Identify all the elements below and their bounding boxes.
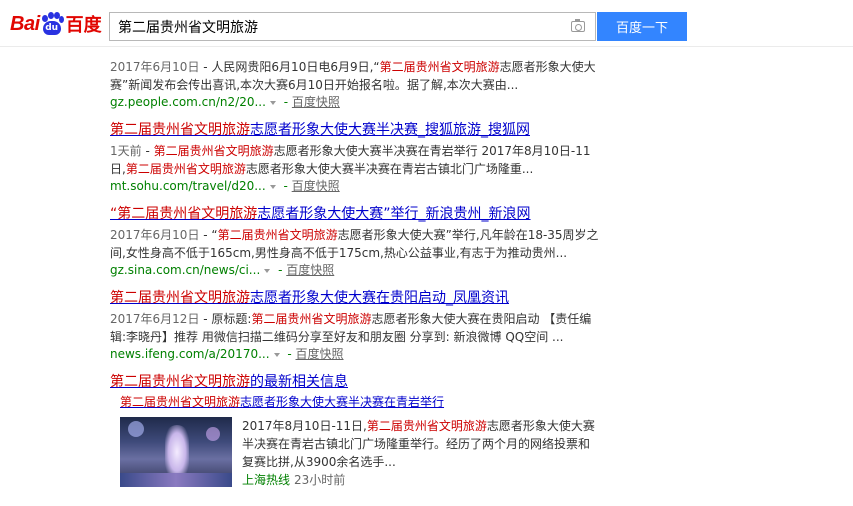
search-button[interactable]: 百度一下 — [597, 12, 687, 41]
result-url[interactable]: gz.people.com.cn/n2/20... — [110, 95, 266, 109]
news-time: 23小时前 — [294, 473, 346, 487]
dropdown-arrow-icon[interactable] — [273, 352, 280, 357]
news-card: 2017年8月10日-11日,第二届贵州省文明旅游志愿者形象大使大赛半决赛在青岩… — [120, 417, 600, 489]
cache-link[interactable]: 百度快照 — [292, 179, 340, 193]
search-box[interactable] — [109, 12, 596, 41]
result-url-line: gz.people.com.cn/n2/20... - 百度快照 — [110, 95, 340, 109]
result-title-link[interactable]: 第二届贵州省文明旅游志愿者形象大使大赛在贵阳启动_凤凰资讯 — [110, 288, 600, 308]
result-url[interactable]: news.ifeng.com/a/20170... — [110, 347, 270, 361]
result-abstract: 1天前 - 第二届贵州省文明旅游志愿者形象大使大赛半决赛在青岩举行 2017年8… — [110, 144, 591, 176]
result-date: 2017年6月10日 — [110, 60, 200, 74]
news-card-text: 2017年8月10日-11日,第二届贵州省文明旅游志愿者形象大使大赛半决赛在青岩… — [242, 417, 597, 489]
cache-link[interactable]: 百度快照 — [296, 347, 344, 361]
related-news-headline-link[interactable]: 第二届贵州省文明旅游志愿者形象大使大赛半决赛在青岩举行 — [120, 394, 600, 411]
highlight-keyword: 第二届贵州省文明旅游 — [379, 60, 500, 74]
highlight-keyword: 第二届贵州省文明旅游 — [153, 144, 274, 158]
result-url[interactable]: gz.sina.com.cn/news/ci... — [110, 263, 260, 277]
cache-link[interactable]: 百度快照 — [286, 263, 334, 277]
news-source: 上海热线 — [242, 473, 291, 487]
result-date: 2017年6月10日 — [110, 228, 200, 242]
result-item: “第二届贵州省文明旅游志愿者形象大使大赛”举行_新浪贵州_新浪网 2017年6月… — [110, 204, 600, 279]
news-thumbnail-image[interactable] — [120, 417, 232, 487]
cache-link[interactable]: 百度快照 — [292, 95, 340, 109]
result-title-link[interactable]: “第二届贵州省文明旅游志愿者形象大使大赛”举行_新浪贵州_新浪网 — [110, 204, 600, 224]
logo-text-baidu-cn: 百度 — [65, 15, 102, 36]
result-abstract: 2017年6月12日 - 原标题:第二届贵州省文明旅游志愿者形象大使大赛在贵阳启… — [110, 312, 592, 344]
camera-icon[interactable] — [571, 19, 585, 32]
result-item: 第二届贵州省文明旅游志愿者形象大使大赛半决赛_搜狐旅游_搜狐网 1天前 - 第二… — [110, 120, 600, 195]
baidu-logo[interactable]: Bai du 百度 — [10, 11, 102, 37]
header-bar: Bai du 百度 百度一下 — [0, 0, 853, 47]
logo-text-bai: Bai — [10, 12, 40, 35]
result-date: 1天前 — [110, 144, 142, 158]
dropdown-arrow-icon[interactable] — [269, 100, 276, 105]
highlight-keyword: 第二届贵州省文明旅游 — [251, 312, 372, 326]
result-url-line: mt.sohu.com/travel/d20... - 百度快照 — [110, 179, 340, 193]
result-item: 第二届贵州省文明旅游志愿者形象大使大赛在贵阳启动_凤凰资讯 2017年6月12日… — [110, 288, 600, 363]
news-summary: 2017年8月10日-11日,第二届贵州省文明旅游志愿者形象大使大赛半决赛在青岩… — [242, 419, 595, 469]
result-date: 2017年6月12日 — [110, 312, 200, 326]
related-news-title-link[interactable]: 第二届贵州省文明旅游的最新相关信息 — [110, 372, 600, 392]
result-title-link[interactable]: 第二届贵州省文明旅游志愿者形象大使大赛半决赛_搜狐旅游_搜狐网 — [110, 120, 600, 140]
highlight-keyword: 第二届贵州省文明旅游 — [217, 228, 338, 242]
dropdown-arrow-icon[interactable] — [269, 184, 276, 189]
paw-icon: du — [41, 12, 64, 36]
result-abstract: 2017年6月10日 - 人民网贵阳6月10日电6月9日,“第二届贵州省文明旅游… — [110, 60, 596, 92]
search-input[interactable] — [110, 13, 560, 40]
result-url-line: gz.sina.com.cn/news/ci... - 百度快照 — [110, 263, 335, 277]
dropdown-arrow-icon[interactable] — [264, 268, 271, 273]
result-item: 2017年6月10日 - 人民网贵阳6月10日电6月9日,“第二届贵州省文明旅游… — [110, 58, 600, 111]
search-results: 2017年6月10日 - 人民网贵阳6月10日电6月9日,“第二届贵州省文明旅游… — [110, 58, 600, 498]
news-source-line: 上海热线 23小时前 — [242, 471, 597, 489]
result-abstract: 2017年6月10日 - “第二届贵州省文明旅游志愿者形象大使大赛”举行,凡年龄… — [110, 228, 599, 260]
related-news-block: 第二届贵州省文明旅游的最新相关信息 第二届贵州省文明旅游志愿者形象大使大赛半决赛… — [110, 372, 600, 489]
result-url-line: news.ifeng.com/a/20170... - 百度快照 — [110, 347, 344, 361]
logo-text-du: du — [42, 21, 61, 35]
result-url[interactable]: mt.sohu.com/travel/d20... — [110, 179, 266, 193]
highlight-keyword: 第二届贵州省文明旅游 — [125, 162, 246, 176]
highlight-keyword: 第二届贵州省文明旅游 — [366, 419, 487, 433]
